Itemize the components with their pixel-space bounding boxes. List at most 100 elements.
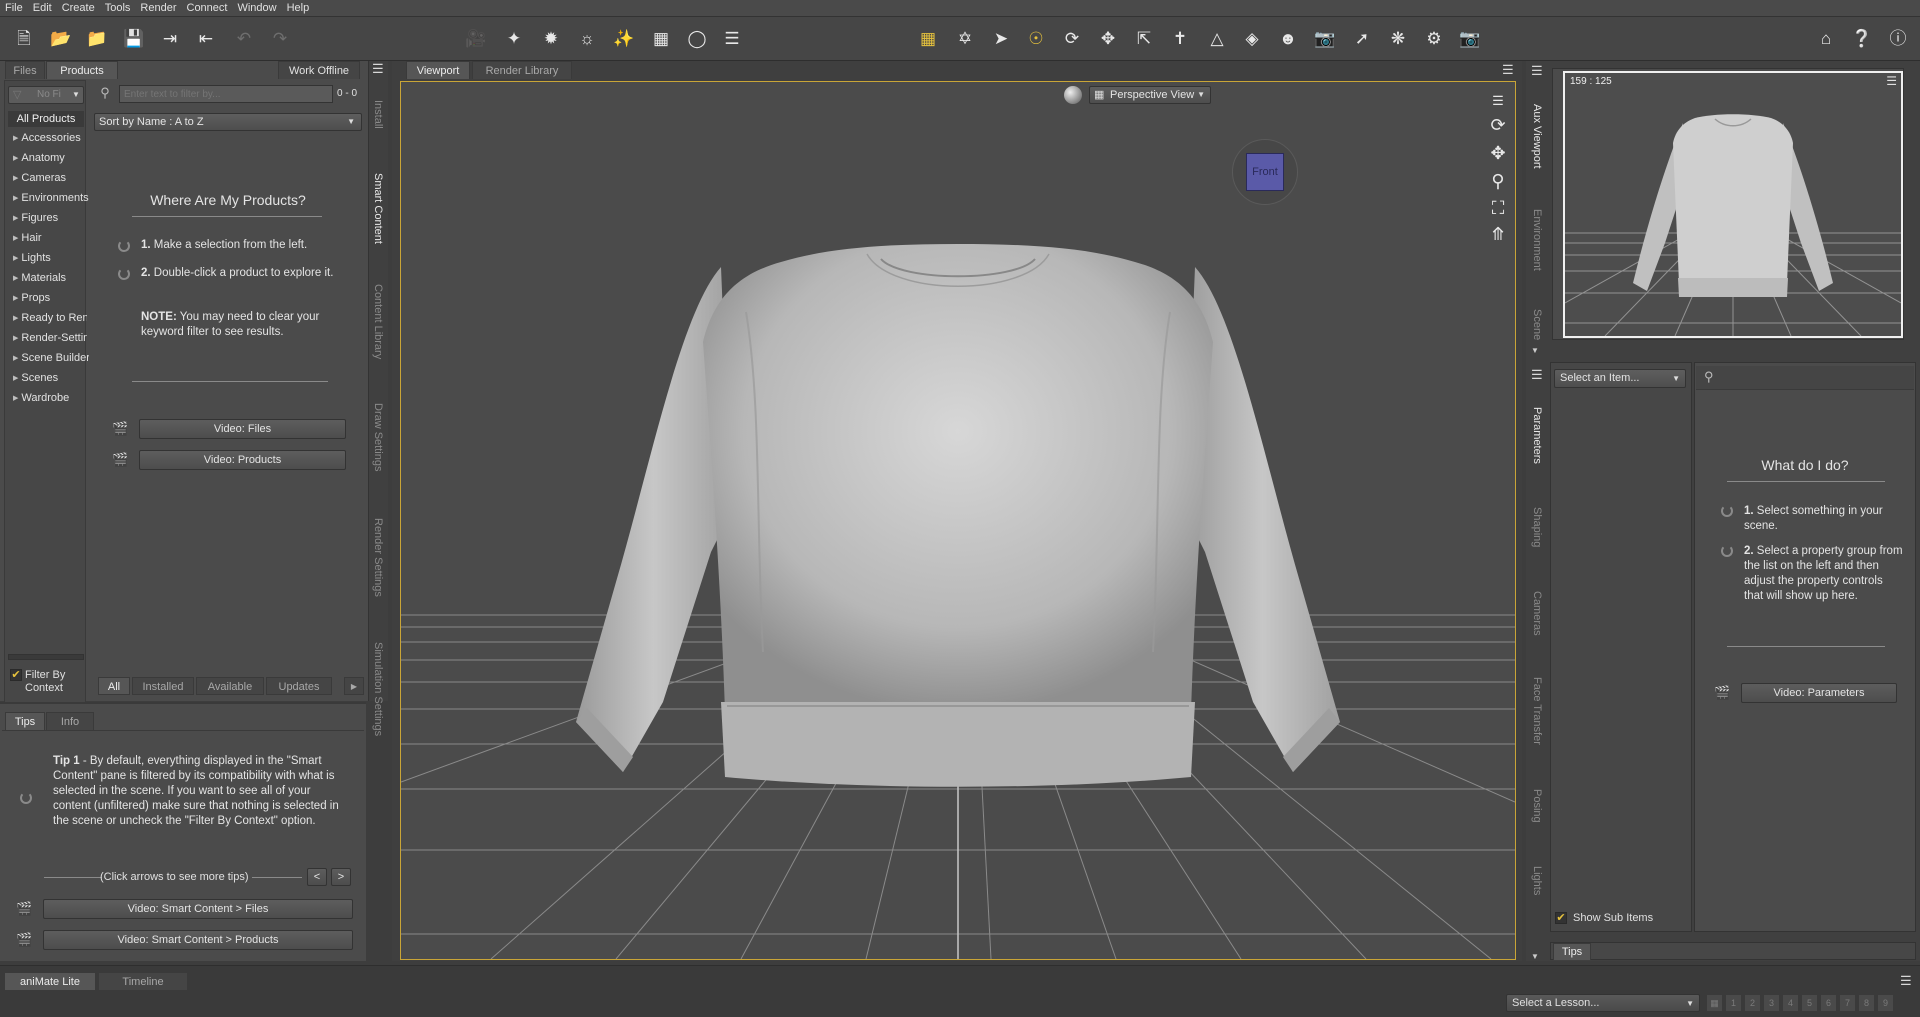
- menu-window[interactable]: Window: [232, 0, 281, 16]
- lesson-step[interactable]: 3: [1763, 994, 1780, 1012]
- tab-right-tips[interactable]: Tips: [1553, 943, 1591, 960]
- video-products-button[interactable]: Video: Products: [139, 450, 346, 470]
- work-offline-button[interactable]: Work Offline: [278, 61, 360, 79]
- point-light-icon[interactable]: ✹: [537, 25, 565, 53]
- null-node-icon[interactable]: ◯: [683, 25, 711, 53]
- category-scene-builder[interactable]: Scene Builder: [13, 352, 89, 364]
- vtab-cameras[interactable]: Cameras: [1527, 584, 1547, 642]
- lesson-step[interactable]: 2: [1744, 994, 1761, 1012]
- 3d-viewport[interactable]: ▦ Perspective View ▼ Front: [400, 81, 1516, 960]
- next-tip-button[interactable]: >: [331, 868, 351, 886]
- menu-file[interactable]: File: [0, 0, 28, 16]
- vtab-content-library[interactable]: Content Library: [368, 280, 388, 364]
- reset-view-icon[interactable]: ⤊: [1487, 223, 1509, 245]
- vtab-simulation-settings[interactable]: Simulation Settings: [368, 634, 388, 744]
- distant-light-icon[interactable]: ☼: [573, 25, 601, 53]
- save-icon[interactable]: 💾: [120, 25, 148, 53]
- vtab-scene[interactable]: Scene: [1527, 305, 1547, 345]
- create-camera-icon[interactable]: 🎥: [462, 25, 490, 53]
- category-accessories[interactable]: Accessories: [13, 132, 87, 144]
- category-lights[interactable]: Lights: [13, 252, 87, 264]
- toolbar-menu-icon[interactable]: ☰: [718, 25, 746, 53]
- tab-timeline[interactable]: Timeline: [98, 972, 188, 990]
- translate-tool-icon[interactable]: ✥: [1094, 25, 1122, 53]
- no-filter-dropdown[interactable]: ▽ No Fi ▼: [8, 86, 84, 104]
- collapse-arrow-icon[interactable]: ▼: [1531, 346, 1539, 355]
- spotlight-icon[interactable]: ✦: [500, 25, 528, 53]
- whats-this-icon[interactable]: ❔: [1848, 25, 1876, 53]
- vtab-smart-content[interactable]: Smart Content: [368, 158, 388, 258]
- rotate-tool-icon[interactable]: ⟳: [1058, 25, 1086, 53]
- render-icon[interactable]: 📷: [1456, 25, 1484, 53]
- linear-light-icon[interactable]: ✨: [610, 25, 638, 53]
- orbit-icon[interactable]: ⟳: [1487, 114, 1509, 136]
- panel-menu-icon[interactable]: ☰: [372, 61, 384, 77]
- category-anatomy[interactable]: Anatomy: [13, 152, 87, 164]
- viewport-menu-icon[interactable]: ☰: [1502, 62, 1514, 78]
- video-smart-content-products-button[interactable]: Video: Smart Content > Products: [43, 930, 353, 950]
- video-files-button[interactable]: Video: Files: [139, 419, 346, 439]
- pan-icon[interactable]: ✥: [1487, 142, 1509, 164]
- redo-icon[interactable]: ↷: [266, 25, 294, 53]
- vtab-install[interactable]: Install: [368, 90, 388, 138]
- tab-updates[interactable]: Updates: [266, 677, 332, 695]
- category-scenes[interactable]: Scenes: [13, 372, 87, 384]
- tab-products[interactable]: Products: [46, 61, 118, 79]
- filter-by-context-checkbox[interactable]: ✔: [10, 669, 22, 681]
- select-item-dropdown[interactable]: Select an Item... ▼: [1554, 369, 1686, 388]
- vtab-lights[interactable]: Lights: [1527, 860, 1547, 902]
- video-smart-content-files-button[interactable]: Video: Smart Content > Files: [43, 899, 353, 919]
- params-menu-icon[interactable]: ☰: [1531, 367, 1543, 383]
- grid-toggle-icon[interactable]: ▦: [914, 25, 942, 53]
- universal-tool-icon[interactable]: ✡: [951, 25, 979, 53]
- undo-icon[interactable]: ↶: [230, 25, 258, 53]
- menu-create[interactable]: Create: [57, 0, 100, 16]
- aux-menu-icon[interactable]: ☰: [1531, 63, 1543, 79]
- tab-installed[interactable]: Installed: [132, 677, 194, 695]
- tab-scroll-right-icon[interactable]: ▶: [344, 677, 364, 695]
- vtab-parameters[interactable]: Parameters: [1527, 398, 1547, 473]
- tab-tips[interactable]: Tips: [5, 712, 45, 730]
- category-ready-to-render[interactable]: Ready to Rend: [13, 312, 87, 324]
- lesson-grid-icon[interactable]: ▦: [1706, 994, 1723, 1012]
- export-icon[interactable]: ⇤: [192, 25, 220, 53]
- category-environments[interactable]: Environments: [13, 192, 89, 204]
- lesson-step[interactable]: 4: [1782, 994, 1799, 1012]
- figure-tool-icon[interactable]: ☻: [1274, 25, 1302, 53]
- menu-connect[interactable]: Connect: [182, 0, 233, 16]
- parameters-search[interactable]: ⚲: [1696, 366, 1914, 390]
- lesson-step[interactable]: 5: [1801, 994, 1818, 1012]
- show-sub-items-checkbox[interactable]: ✔: [1555, 912, 1567, 924]
- help-icon[interactable]: ⓘ: [1884, 25, 1912, 53]
- aux-viewport[interactable]: 159 : 125 ☰: [1563, 71, 1903, 338]
- tab-files[interactable]: Files: [5, 61, 45, 79]
- tab-animate-lite[interactable]: aniMate Lite: [4, 972, 96, 990]
- vtab-aux-viewport[interactable]: Aux Viewport: [1527, 96, 1547, 176]
- lesson-step[interactable]: 9: [1877, 994, 1894, 1012]
- menu-help[interactable]: Help: [282, 0, 315, 16]
- vtab-draw-settings[interactable]: Draw Settings: [368, 397, 388, 477]
- product-search-input[interactable]: [119, 85, 333, 103]
- tab-all[interactable]: All: [98, 677, 130, 695]
- bottom-menu-icon[interactable]: ☰: [1900, 973, 1912, 989]
- node-weight-icon[interactable]: △: [1203, 25, 1231, 53]
- vtab-environment[interactable]: Environment: [1527, 200, 1547, 280]
- sort-dropdown[interactable]: Sort by Name : A to Z ▼: [94, 113, 362, 131]
- vtab-posing[interactable]: Posing: [1527, 782, 1547, 830]
- category-props[interactable]: Props: [13, 292, 87, 304]
- vtab-render-settings[interactable]: Render Settings: [368, 512, 388, 602]
- merge-file-icon[interactable]: 📁: [83, 25, 111, 53]
- home-icon[interactable]: ⌂: [1812, 25, 1840, 53]
- active-pose-tool-icon[interactable]: ☉: [1022, 25, 1050, 53]
- category-cameras[interactable]: Cameras: [13, 172, 87, 184]
- primitive-icon[interactable]: ▦: [647, 25, 675, 53]
- menu-edit[interactable]: Edit: [28, 0, 57, 16]
- camera-tool-icon[interactable]: 📷: [1311, 25, 1339, 53]
- new-file-icon[interactable]: 🗎: [10, 25, 38, 53]
- lesson-step[interactable]: 6: [1820, 994, 1837, 1012]
- view-selector-dropdown[interactable]: ▦ Perspective View ▼: [1089, 86, 1211, 104]
- zoom-icon[interactable]: ⚲: [1487, 170, 1509, 192]
- collapse-arrow-icon[interactable]: ▼: [1531, 952, 1539, 961]
- aux-options-icon[interactable]: ☰: [1886, 74, 1897, 88]
- category-scrollbar[interactable]: [8, 654, 84, 660]
